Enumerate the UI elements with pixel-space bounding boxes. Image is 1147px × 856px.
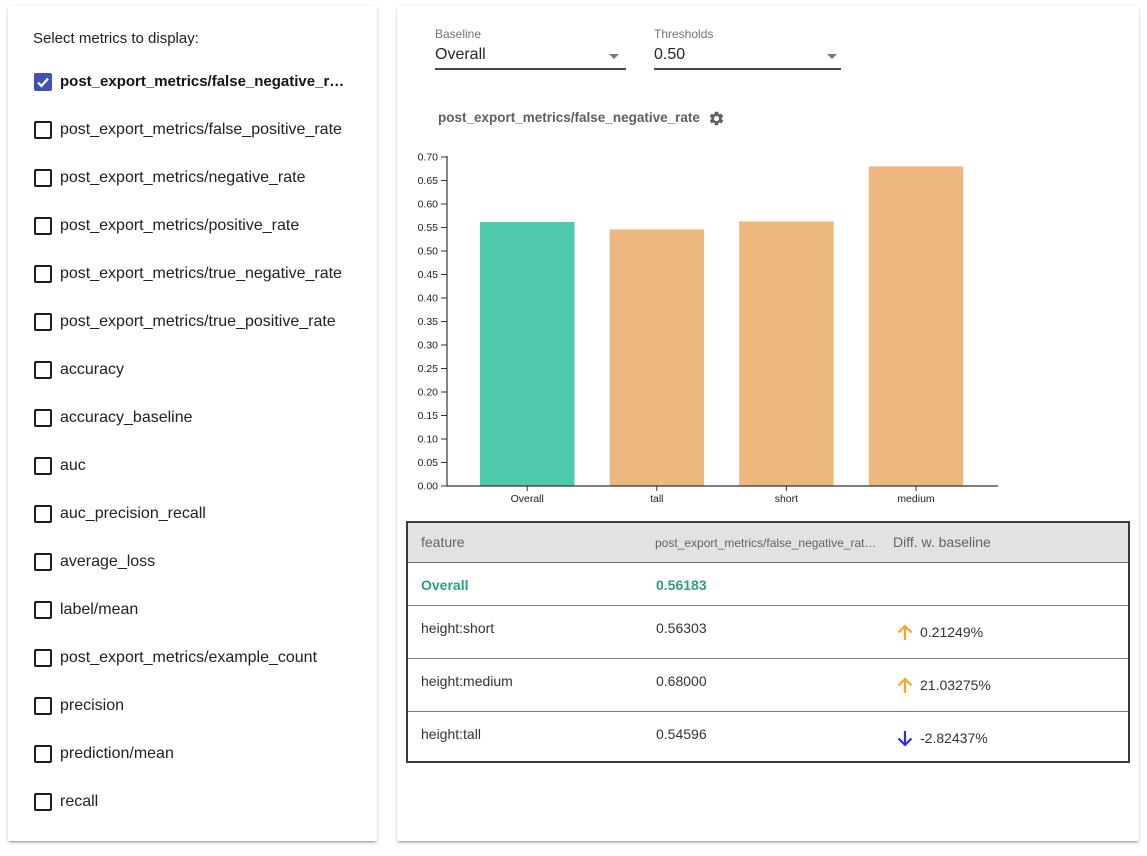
svg-text:0.50: 0.50 xyxy=(418,246,439,258)
svg-text:0.35: 0.35 xyxy=(418,316,439,328)
svg-text:0.20: 0.20 xyxy=(418,387,439,399)
svg-text:0.00: 0.00 xyxy=(418,481,439,493)
svg-text:0.25: 0.25 xyxy=(418,363,439,375)
svg-text:0.15: 0.15 xyxy=(418,410,439,422)
svg-text:0.40: 0.40 xyxy=(418,293,439,305)
svg-text:short: short xyxy=(775,493,798,505)
svg-text:tall: tall xyxy=(650,493,663,505)
svg-text:0.45: 0.45 xyxy=(418,269,439,281)
svg-text:0.65: 0.65 xyxy=(418,175,439,187)
svg-text:Overall: Overall xyxy=(511,493,544,505)
svg-text:0.70: 0.70 xyxy=(418,152,439,164)
svg-text:0.05: 0.05 xyxy=(418,457,439,469)
svg-text:medium: medium xyxy=(897,493,935,505)
svg-text:0.55: 0.55 xyxy=(418,222,439,234)
svg-text:0.60: 0.60 xyxy=(418,199,439,211)
svg-text:0.10: 0.10 xyxy=(418,434,439,446)
svg-text:0.30: 0.30 xyxy=(418,340,439,352)
